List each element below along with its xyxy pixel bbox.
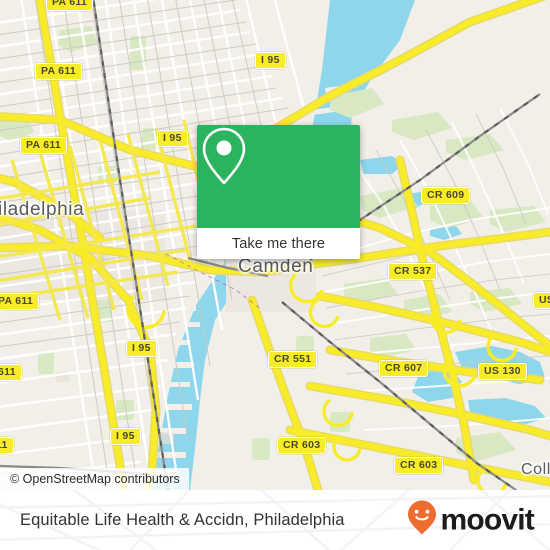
- road-shield-cr-607: CR 607: [379, 360, 429, 377]
- footer-bar: Equitable Life Health & Accidn, Philadel…: [0, 490, 550, 550]
- road-shield-cr-551: CR 551: [268, 351, 318, 368]
- location-title: Equitable Life Health & Accidn, Philadel…: [20, 510, 345, 529]
- popup-card-body: [197, 125, 360, 228]
- road-shield-pa-611-partial: 11: [0, 437, 14, 454]
- road-shield-cr-603: CR 603: [277, 437, 327, 454]
- road-shield-cr-603: CR 603: [394, 457, 444, 474]
- road-shield-pa-611: PA 611: [35, 63, 83, 80]
- road-shield-pa-611-partial: 611: [0, 364, 22, 381]
- map-canvas[interactable]: iladelphia Camden Coll PA 611 PA 611 PA …: [0, 0, 550, 490]
- location-popup-card[interactable]: Take me there: [197, 125, 360, 259]
- road-shield-i-95: I 95: [110, 428, 141, 445]
- road-shield-us-130: US 130: [478, 363, 527, 380]
- place-label-collingswood: Coll: [521, 461, 550, 478]
- road-shield-pa-611: PA 611: [0, 293, 40, 310]
- take-me-there-button[interactable]: Take me there: [197, 228, 360, 259]
- road-shield-cr-609: CR 609: [421, 187, 471, 204]
- road-shield-i-95: I 95: [255, 52, 286, 69]
- road-shield-i-95: I 95: [126, 340, 157, 357]
- road-shield-pa-611: PA 611: [46, 0, 94, 11]
- road-shield-i-95: I 95: [157, 130, 188, 147]
- moovit-map-screen: iladelphia Camden Coll PA 611 PA 611 PA …: [0, 0, 550, 550]
- moovit-pin-logo-icon: [407, 500, 437, 541]
- place-label-philadelphia: iladelphia: [0, 199, 85, 220]
- map-attribution[interactable]: © OpenStreetMap contributors: [0, 468, 189, 490]
- road-shield-us-partial: US: [533, 292, 550, 309]
- place-label-camden: Camden: [238, 256, 314, 277]
- moovit-logo[interactable]: moovit: [407, 500, 535, 541]
- road-shield-pa-611: PA 611: [20, 137, 68, 154]
- road-shield-cr-537: CR 537: [388, 263, 438, 280]
- moovit-wordmark: moovit: [440, 503, 534, 536]
